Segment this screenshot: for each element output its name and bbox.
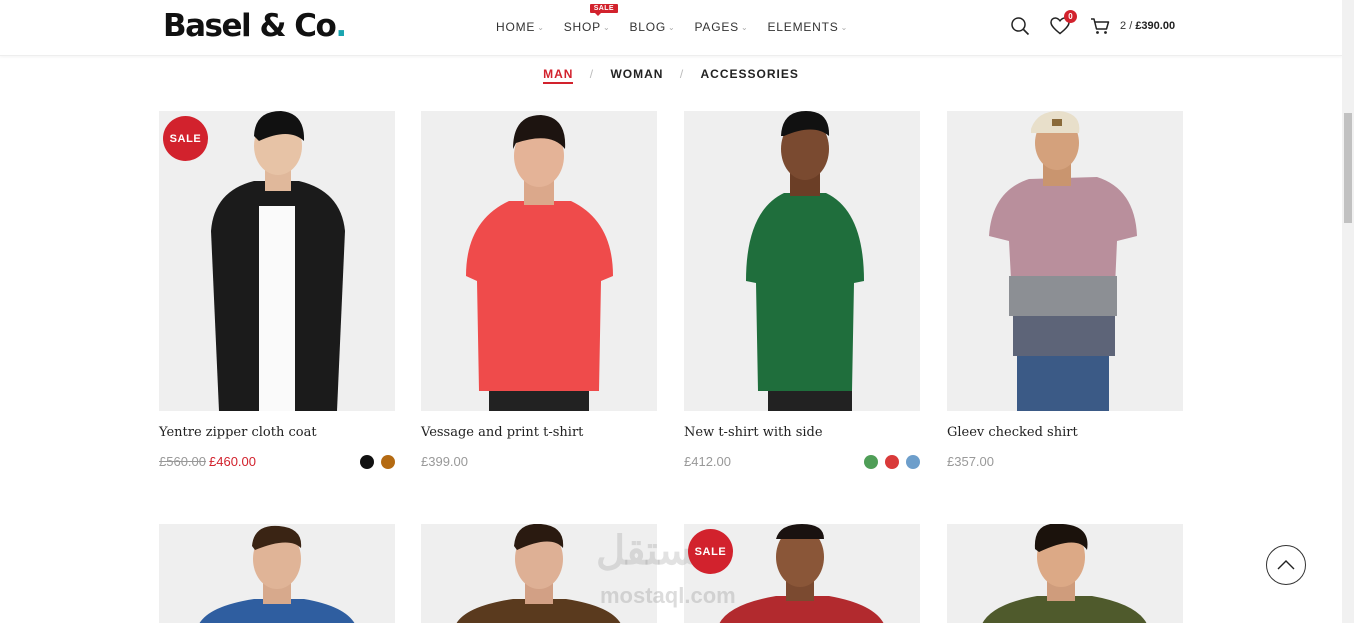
- color-swatches: [360, 454, 395, 469]
- color-swatch[interactable]: [864, 454, 878, 469]
- site-header: Basel & Co. HOME ⌄ SALE SHOP ⌄ BLOG ⌄ PAGES ⌄…: [0, 0, 1342, 56]
- chevron-down-icon: ⌄: [602, 22, 611, 32]
- model-photo: [466, 115, 613, 411]
- product-image[interactable]: [421, 111, 657, 411]
- header-actions: 0 2 / £390.00: [1008, 10, 1175, 38]
- product-name[interactable]: New t-shirt with side: [684, 425, 920, 440]
- product-price: £357.00: [947, 454, 994, 469]
- product-name[interactable]: Gleev checked shirt: [947, 425, 1183, 440]
- product-card[interactable]: [947, 524, 1183, 623]
- old-price: £560.00: [159, 454, 206, 469]
- product-name[interactable]: Vessage and print t-shirt: [421, 425, 657, 440]
- page-scrollbar[interactable]: [1342, 0, 1354, 623]
- model-photo: [982, 524, 1147, 623]
- category-accessories[interactable]: ACCESSORIES: [701, 67, 799, 81]
- product-card[interactable]: SALE Yentre zipper cloth coat £560.00 £46…: [159, 111, 395, 469]
- category-man[interactable]: MAN: [543, 67, 574, 84]
- color-swatch[interactable]: [360, 454, 374, 469]
- wishlist-count-badge: 0: [1064, 10, 1077, 23]
- nav-shop[interactable]: SALE SHOP ⌄: [564, 4, 618, 34]
- chevron-down-icon: ⌄: [840, 22, 849, 32]
- nav-sale-tag: SALE: [589, 4, 618, 16]
- model-photo: [199, 525, 355, 623]
- price-row: £560.00 £460.00: [159, 454, 395, 469]
- model-photo: [746, 111, 864, 411]
- chevron-up-icon: [1277, 560, 1295, 570]
- search-icon: [1011, 17, 1030, 36]
- category-separator: /: [589, 67, 595, 81]
- nav-pages[interactable]: PAGES ⌄: [695, 20, 749, 34]
- product-card[interactable]: New t-shirt with side £412.00: [684, 111, 920, 469]
- product-price: £399.00: [421, 454, 468, 469]
- cart-button[interactable]: [1088, 14, 1112, 38]
- wishlist-button[interactable]: 0: [1048, 10, 1077, 38]
- product-image[interactable]: [684, 111, 920, 411]
- category-filter: MAN / WOMAN / ACCESSORIES: [0, 67, 1342, 84]
- color-swatch[interactable]: [906, 454, 920, 469]
- product-image[interactable]: [947, 524, 1183, 623]
- category-woman[interactable]: WOMAN: [610, 67, 663, 81]
- price-row: £357.00: [947, 454, 1183, 469]
- brand-logo[interactable]: Basel & Co.: [163, 8, 347, 44]
- scrollbar-thumb[interactable]: [1344, 113, 1352, 223]
- chevron-down-icon: ⌄: [537, 22, 545, 32]
- category-separator: /: [679, 67, 685, 81]
- chevron-down-icon: ⌄: [740, 22, 749, 32]
- main-nav: HOME ⌄ SALE SHOP ⌄ BLOG ⌄ PAGES ⌄ ELEMENTS ⌄: [496, 4, 849, 34]
- nav-elements[interactable]: ELEMENTS ⌄: [768, 20, 849, 34]
- model-photo: [989, 111, 1137, 411]
- product-name[interactable]: Yentre zipper cloth coat: [159, 425, 395, 440]
- product-image[interactable]: [947, 111, 1183, 411]
- product-image[interactable]: SALE: [159, 111, 395, 411]
- product-card[interactable]: Gleev checked shirt £357.00: [947, 111, 1183, 469]
- cart-icon: [1091, 18, 1110, 34]
- search-button[interactable]: [1008, 14, 1032, 38]
- price-row: £412.00: [684, 454, 920, 469]
- sale-price: £460.00: [209, 454, 256, 469]
- color-swatches: [864, 454, 920, 469]
- product-card[interactable]: [159, 524, 395, 623]
- product-price: £412.00: [684, 454, 731, 469]
- color-swatch[interactable]: [885, 454, 899, 469]
- product-card[interactable]: Vessage and print t-shirt £399.00: [421, 111, 657, 469]
- sale-badge: SALE: [163, 116, 208, 161]
- price-row: £399.00: [421, 454, 657, 469]
- color-swatch[interactable]: [381, 454, 395, 469]
- cart-summary[interactable]: 2 / £390.00: [1120, 20, 1175, 32]
- nav-home[interactable]: HOME ⌄: [496, 20, 545, 34]
- scroll-to-top-button[interactable]: [1266, 545, 1306, 585]
- sale-badge: SALE: [688, 529, 733, 574]
- nav-blog[interactable]: BLOG ⌄: [629, 20, 675, 34]
- chevron-down-icon: ⌄: [668, 22, 676, 32]
- watermark-url: mostaql.com: [600, 583, 736, 608]
- product-image[interactable]: [159, 524, 395, 623]
